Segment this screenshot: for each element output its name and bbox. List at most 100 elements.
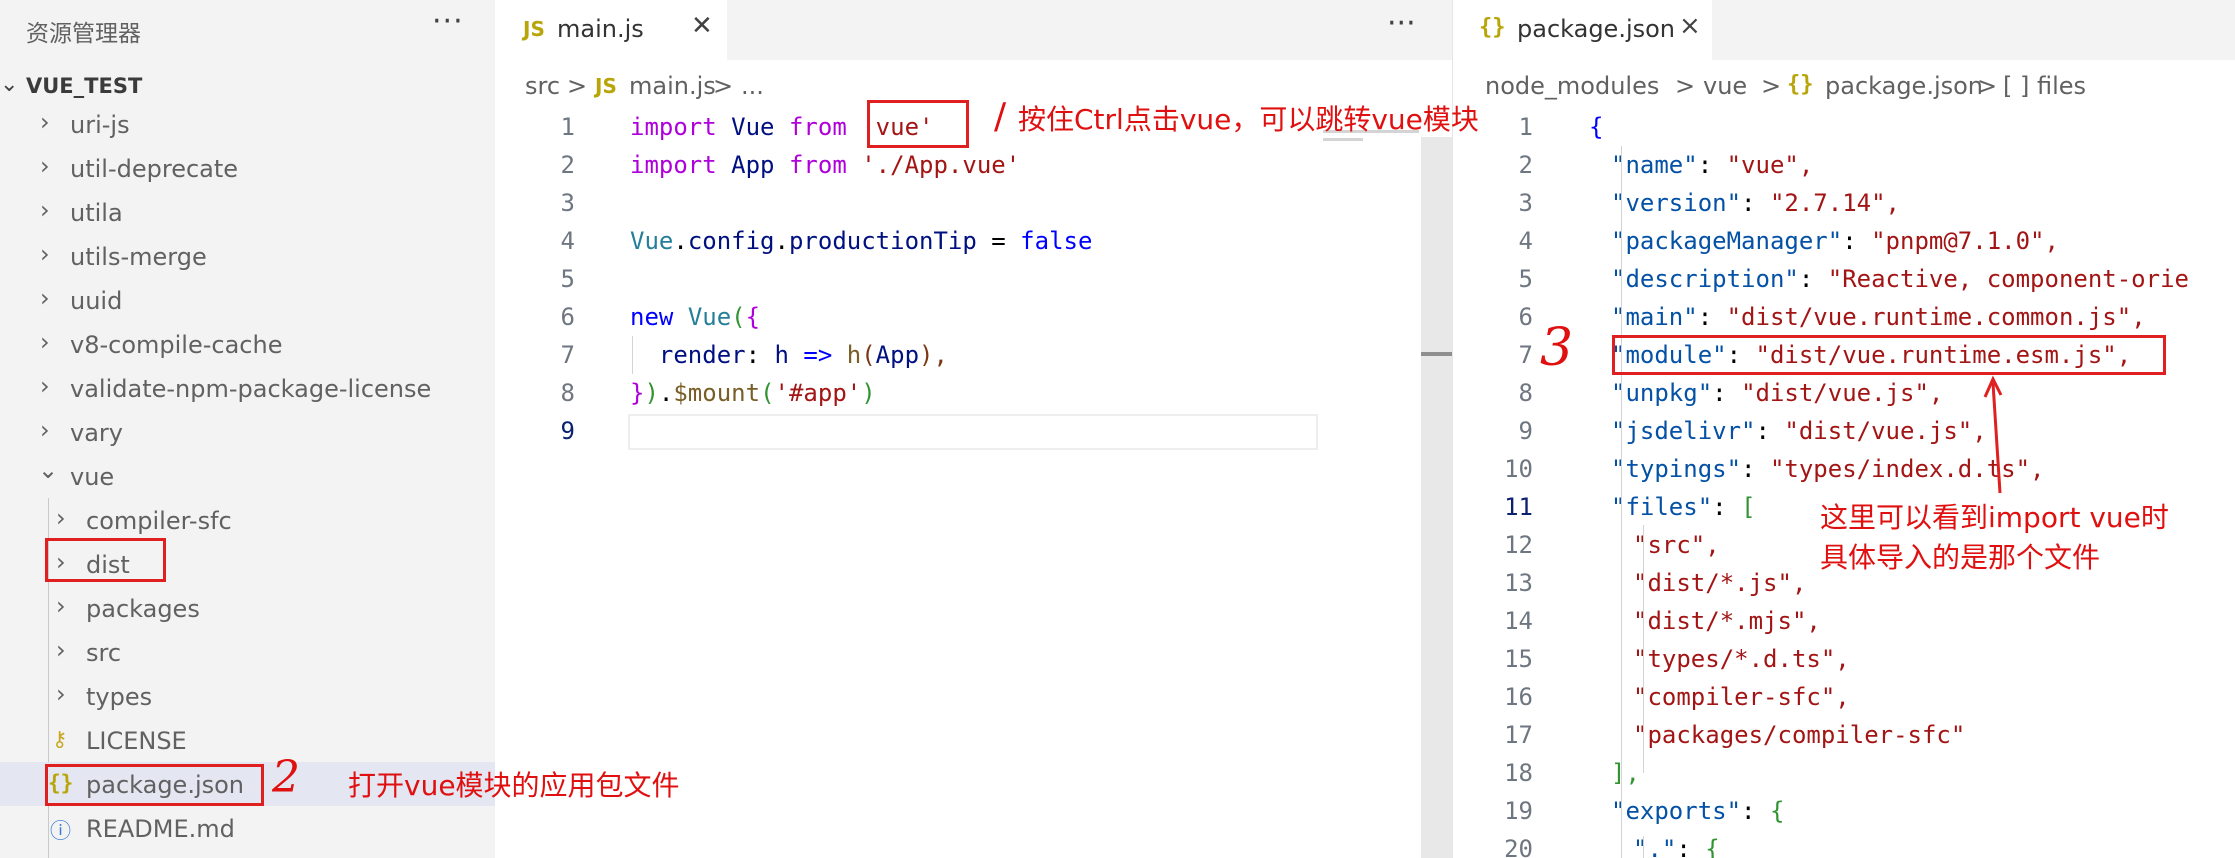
json-value: "dist/vue.js", bbox=[1784, 417, 1987, 445]
code-line-2[interactable]: "name": "vue", bbox=[1611, 146, 1813, 184]
scrollbar-thumb[interactable] bbox=[1421, 352, 1452, 356]
code-line-6[interactable]: "main": "dist/vue.runtime.common.js", bbox=[1611, 298, 2146, 336]
tree-item-v8-compile-cache[interactable]: › v8-compile-cache bbox=[0, 322, 495, 366]
tree-item-license[interactable]: ⚷ LICENSE bbox=[0, 718, 495, 762]
breadcrumb-file[interactable]: main.js bbox=[629, 72, 716, 100]
tab-main-js[interactable]: JS main.js ✕ bbox=[495, 0, 727, 60]
tree-item-uri-js[interactable]: › uri-js bbox=[0, 102, 495, 146]
chevron-right-icon: › bbox=[40, 284, 50, 312]
line-number: 2 bbox=[1518, 151, 1533, 179]
tree-item-vary[interactable]: › vary bbox=[0, 410, 495, 454]
json-value: "2.7.14", bbox=[1769, 189, 1900, 217]
code-token: => bbox=[788, 341, 847, 369]
code-line-1[interactable]: { bbox=[1589, 108, 1603, 146]
code-line-5[interactable]: "description": "Reactive, component-orie bbox=[1611, 260, 2189, 298]
chevron-right-icon: › bbox=[40, 328, 50, 356]
explorer-title: 资源管理器 bbox=[26, 21, 141, 47]
code-line-2[interactable]: import App from './App.vue' bbox=[630, 146, 1020, 184]
tree-item-label: README.md bbox=[86, 815, 235, 843]
tree-item-packages[interactable]: › packages bbox=[0, 586, 495, 630]
code-token: Vue bbox=[630, 227, 674, 255]
json-colon: : bbox=[1676, 835, 1706, 858]
chevron-right-icon: > bbox=[1977, 72, 1998, 100]
line-number: 3 bbox=[560, 189, 575, 217]
line-number: 8 bbox=[560, 379, 575, 407]
code-token: '#app' bbox=[774, 379, 862, 407]
explorer-more-icon[interactable]: ··· bbox=[432, 4, 464, 39]
code-line-20[interactable]: ".": { bbox=[1633, 830, 1720, 858]
json-value: "dist/vue.runtime.common.js", bbox=[1726, 303, 2146, 331]
tree-item-validate-npm-package-license[interactable]: › validate-npm-package-license bbox=[0, 366, 495, 410]
indent-guide bbox=[1621, 146, 1622, 858]
chevron-right-icon: › bbox=[40, 416, 50, 444]
json-value: "src", bbox=[1633, 531, 1720, 559]
line-number: 2 bbox=[560, 151, 575, 179]
breadcrumb-symbol[interactable]: [ ] files bbox=[2003, 72, 2086, 100]
code-line-8[interactable]: "unpkg": "dist/vue.js", bbox=[1611, 374, 1943, 412]
code-token: h bbox=[774, 341, 789, 369]
code-line-15[interactable]: "types/*.d.ts", bbox=[1633, 640, 1850, 678]
tab-package-json[interactable]: {} package.json × bbox=[1453, 0, 1712, 60]
tree-item-src[interactable]: › src bbox=[0, 630, 495, 674]
tree-item-label: validate-npm-package-license bbox=[70, 375, 432, 403]
code-token: ( bbox=[731, 303, 746, 331]
json-value: "compiler-sfc", bbox=[1633, 683, 1850, 711]
json-colon: : bbox=[1755, 417, 1785, 445]
json-key: "main" bbox=[1611, 303, 1698, 331]
tree-item-utils-merge[interactable]: › utils-merge bbox=[0, 234, 495, 278]
minimap-line bbox=[1323, 138, 1363, 141]
chevron-down-icon: ⌄ bbox=[38, 456, 59, 484]
code-line-6[interactable]: new Vue({ bbox=[630, 298, 760, 336]
code-token: ( bbox=[760, 379, 775, 407]
breadcrumb-file[interactable]: package.json bbox=[1825, 72, 1983, 100]
line-number: 9 bbox=[1518, 417, 1533, 445]
code-line-17[interactable]: "packages/compiler-sfc" bbox=[1633, 716, 1965, 754]
vertical-scrollbar[interactable] bbox=[1421, 137, 1452, 858]
code-line-11[interactable]: "files": [ bbox=[1611, 488, 1756, 526]
code-line-14[interactable]: "dist/*.mjs", bbox=[1633, 602, 1821, 640]
json-value: "dist/vue.js", bbox=[1741, 379, 1944, 407]
close-icon[interactable]: × bbox=[1679, 11, 1701, 41]
tree-item-label: LICENSE bbox=[86, 727, 187, 755]
close-icon[interactable]: ✕ bbox=[691, 11, 713, 41]
code-line-9[interactable]: "jsdelivr": "dist/vue.js", bbox=[1611, 412, 1987, 450]
tree-item-readme[interactable]: ⓘ README.md bbox=[0, 806, 495, 850]
breadcrumb-folder[interactable]: vue bbox=[1703, 72, 1747, 100]
tree-item-compiler-sfc[interactable]: › compiler-sfc bbox=[0, 498, 495, 542]
breadcrumb-tail[interactable]: ... bbox=[741, 72, 764, 100]
json-key: "typings" bbox=[1611, 455, 1742, 483]
tree-item-util-deprecate[interactable]: › util-deprecate bbox=[0, 146, 495, 190]
breadcrumb-folder[interactable]: src bbox=[525, 72, 560, 100]
line-number: 4 bbox=[1518, 227, 1533, 255]
tree-item-types[interactable]: › types bbox=[0, 674, 495, 718]
indent-guide bbox=[632, 336, 633, 374]
json-colon: : bbox=[1741, 189, 1770, 217]
annotation-open-package: 打开vue模块的应用包文件 bbox=[348, 769, 680, 802]
tree-item-utila[interactable]: › utila bbox=[0, 190, 495, 234]
chevron-right-icon: › bbox=[40, 196, 50, 224]
annotation-import-note-2: 具体导入的是那个文件 bbox=[1820, 541, 2101, 574]
current-line-highlight bbox=[628, 414, 1318, 450]
code-line-12[interactable]: "src", bbox=[1633, 526, 1720, 564]
code-token: App bbox=[875, 341, 920, 369]
code-line-7[interactable]: render: h => h(App), bbox=[630, 336, 948, 374]
tab-label: package.json bbox=[1517, 15, 1676, 43]
line-number: 20 bbox=[1504, 835, 1533, 858]
code-line-8[interactable]: }).$mount('#app') bbox=[630, 374, 876, 412]
code-line-16[interactable]: "compiler-sfc", bbox=[1633, 678, 1850, 716]
tree-item-label: src bbox=[86, 639, 122, 667]
workspace-root[interactable]: ⌄ VUE_TEST bbox=[0, 70, 495, 106]
code-line-18[interactable]: ], bbox=[1611, 754, 1640, 792]
code-line-4[interactable]: "packageManager": "pnpm@7.1.0", bbox=[1611, 222, 2059, 260]
code-line-13[interactable]: "dist/*.js", bbox=[1633, 564, 1806, 602]
line-number: 5 bbox=[1518, 265, 1533, 293]
breadcrumb-folder[interactable]: node_modules bbox=[1485, 72, 1659, 100]
tree-item-vue[interactable]: ⌄ vue bbox=[0, 454, 495, 498]
editor-more-icon[interactable]: ··· bbox=[1387, 6, 1416, 41]
code-line-19[interactable]: "exports": { bbox=[1611, 792, 1784, 830]
tree-item-label: util-deprecate bbox=[70, 155, 239, 183]
code-line-4[interactable]: Vue.config.productionTip = false bbox=[630, 222, 1092, 260]
code-line-3[interactable]: "version": "2.7.14", bbox=[1611, 184, 1900, 222]
json-colon: : bbox=[1712, 379, 1742, 407]
tree-item-uuid[interactable]: › uuid bbox=[0, 278, 495, 322]
